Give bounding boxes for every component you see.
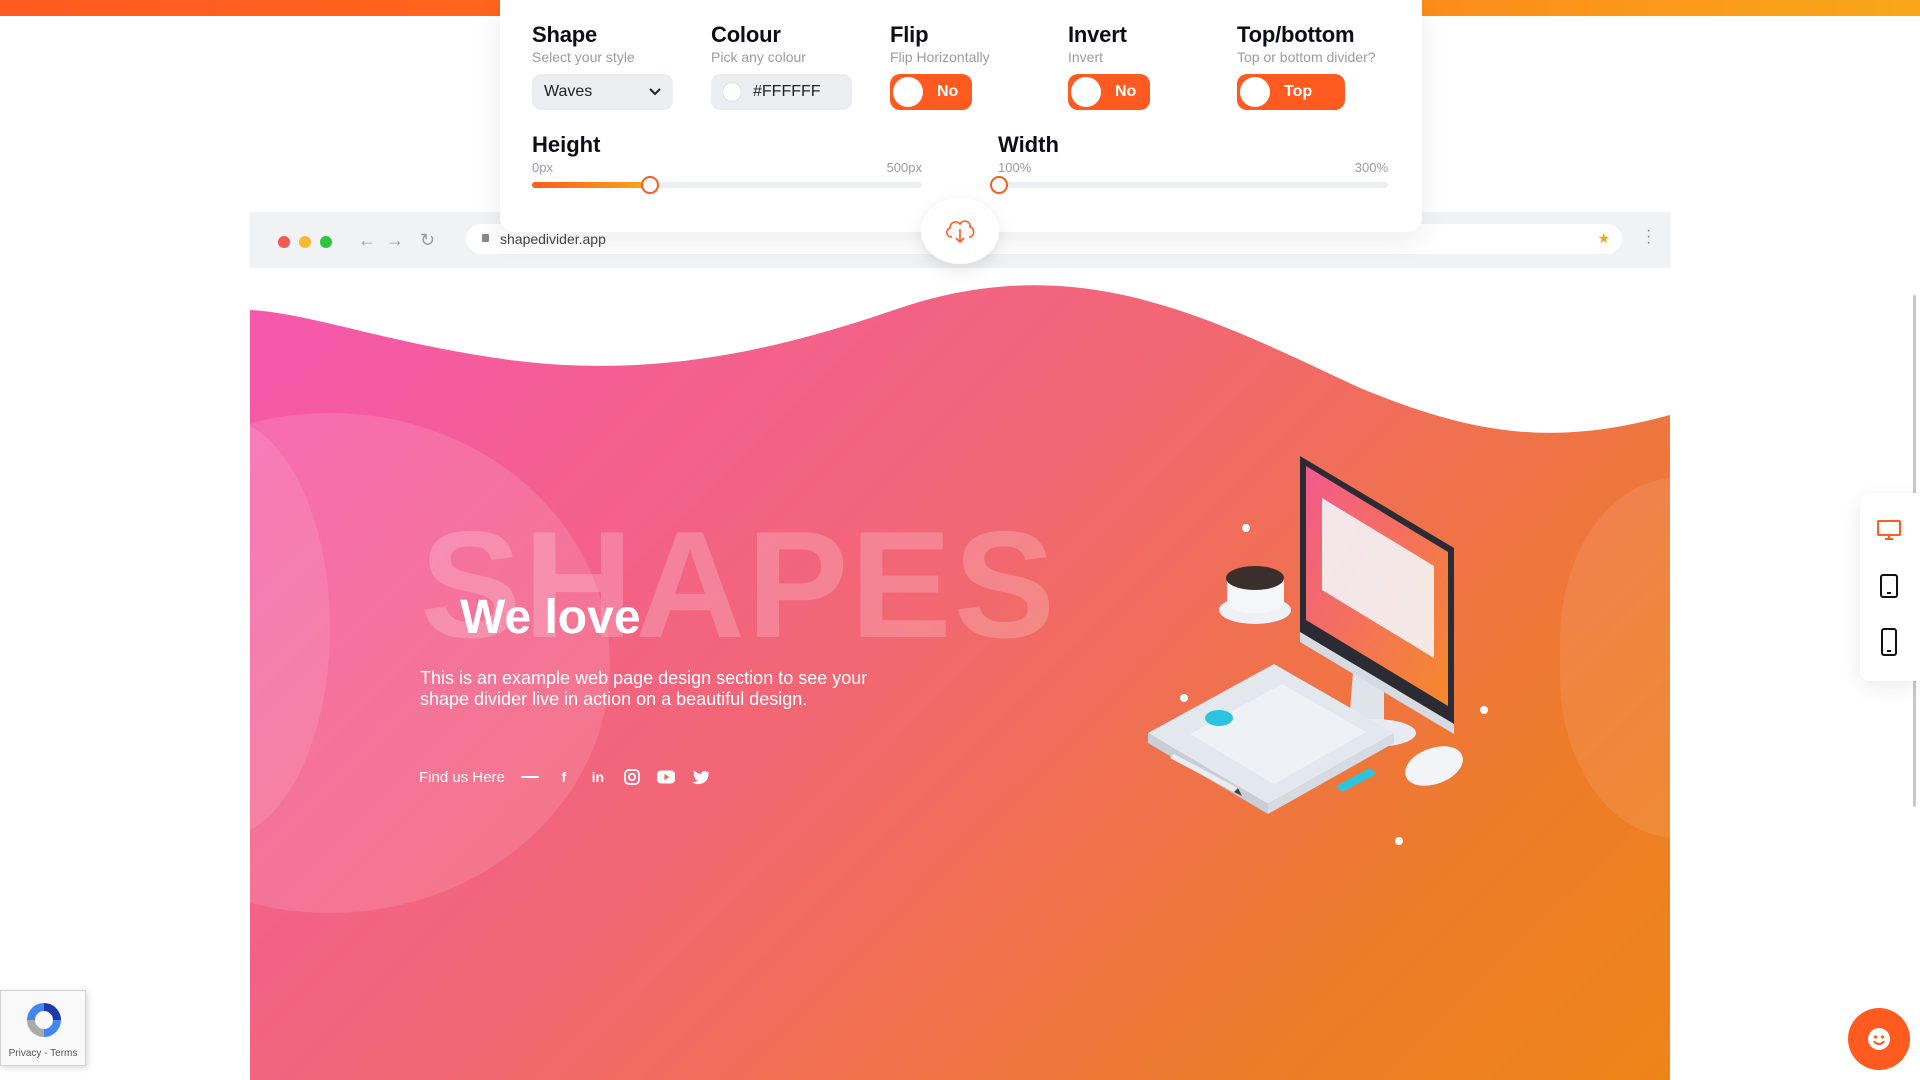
top-bottom-title: Top/bottom xyxy=(1237,22,1355,47)
invert-toggle[interactable]: No xyxy=(1068,74,1150,110)
shape-title: Shape xyxy=(532,22,598,47)
shape-select[interactable]: Waves xyxy=(532,74,673,110)
url-text: shapedivider.app xyxy=(500,231,606,247)
flip-title: Flip xyxy=(890,22,929,47)
top-bottom-subtitle: Top or bottom divider? xyxy=(1237,49,1376,65)
recaptcha-icon xyxy=(27,1003,61,1037)
hero-heading: We love xyxy=(460,591,641,644)
facebook-icon[interactable]: f xyxy=(555,768,573,786)
invert-toggle-label: No xyxy=(1115,83,1137,100)
chat-button[interactable] xyxy=(1848,1008,1910,1070)
height-title: Height xyxy=(532,132,601,157)
height-slider-fill xyxy=(532,182,649,188)
youtube-icon[interactable] xyxy=(656,768,675,786)
linkedin-icon[interactable]: in xyxy=(589,768,607,786)
recaptcha-links[interactable]: Privacy - Terms xyxy=(1,1048,85,1059)
flip-control: Flip Flip Horizontally xyxy=(890,22,990,65)
desktop-view-button[interactable] xyxy=(1876,515,1902,545)
toggle-knob xyxy=(893,77,923,107)
shape-select-value: Waves xyxy=(544,83,593,100)
reload-icon: ↻ xyxy=(420,230,436,250)
height-min-label: 0px xyxy=(532,160,553,175)
width-slider[interactable] xyxy=(990,176,1388,194)
top-bottom-toggle[interactable]: Top xyxy=(1237,74,1345,110)
width-min-label: 100% xyxy=(998,160,1032,175)
lock-icon xyxy=(482,234,489,242)
close-dot xyxy=(278,236,290,248)
width-max-label: 300% xyxy=(1354,160,1388,175)
colour-swatch xyxy=(723,83,741,101)
colour-title: Colour xyxy=(711,22,781,47)
invert-title: Invert xyxy=(1068,22,1127,47)
width-slider-thumb[interactable] xyxy=(990,176,1008,194)
height-slider[interactable] xyxy=(532,176,922,194)
height-slider-thumb[interactable] xyxy=(641,176,659,194)
height-max-label: 500px xyxy=(886,160,922,175)
divider-dash xyxy=(520,776,539,778)
menu-dots-icon: · · · xyxy=(1646,222,1652,251)
colour-subtitle: Pick any colour xyxy=(711,49,806,65)
chat-smiley-icon xyxy=(1868,1028,1890,1050)
forward-arrow-icon: → xyxy=(386,230,404,250)
instagram-icon[interactable] xyxy=(623,768,641,786)
social-links: Find us Here f in xyxy=(419,768,709,786)
download-button[interactable] xyxy=(921,198,999,264)
twitter-icon[interactable] xyxy=(691,768,709,786)
back-arrow-icon: ← xyxy=(358,230,376,250)
background-blob xyxy=(1560,478,1670,838)
colour-value: #FFFFFF xyxy=(753,83,821,100)
top-bottom-control: Top/bottom Top or bottom divider? xyxy=(1237,22,1376,65)
phone-icon xyxy=(1881,628,1897,656)
workspace-illustration xyxy=(1148,456,1488,845)
desktop-icon xyxy=(1877,520,1901,540)
width-slider-group: Width 100% 300% xyxy=(990,132,1388,194)
colour-control: Colour Pick any colour xyxy=(711,22,806,65)
star-icon: ★ xyxy=(1597,230,1610,246)
hero-watermark: SHAPES xyxy=(420,500,1058,670)
height-slider-group: Height 0px 500px xyxy=(532,132,922,194)
window-controls xyxy=(278,236,332,248)
wave-divider xyxy=(250,268,1670,433)
flip-subtitle: Flip Horizontally xyxy=(890,49,990,65)
tablet-view-button[interactable] xyxy=(1876,571,1902,601)
phone-view-button[interactable] xyxy=(1876,627,1902,657)
device-preview-bar xyxy=(1860,493,1920,681)
chevron-down-icon xyxy=(649,88,661,96)
toggle-knob xyxy=(1240,77,1270,107)
download-cloud-icon xyxy=(946,220,975,244)
shape-subtitle: Select your style xyxy=(532,49,635,65)
toggle-knob xyxy=(1071,77,1101,107)
minimize-dot xyxy=(299,236,311,248)
tablet-icon xyxy=(1880,574,1898,598)
invert-subtitle: Invert xyxy=(1068,49,1104,65)
find-us-label: Find us Here xyxy=(419,768,505,786)
shape-control: Shape Select your style xyxy=(532,22,635,65)
invert-control: Invert Invert xyxy=(1068,22,1127,65)
hero-section: SHAPES We love This is an example web pa… xyxy=(250,268,1670,1080)
recaptcha-badge[interactable]: Privacy - Terms xyxy=(0,990,86,1066)
hero-description: This is an example web page design secti… xyxy=(420,668,868,709)
colour-picker[interactable]: #FFFFFF xyxy=(711,74,852,110)
width-title: Width xyxy=(998,132,1059,157)
flip-toggle-label: No xyxy=(937,83,959,100)
maximize-dot xyxy=(320,236,332,248)
flip-toggle[interactable]: No xyxy=(890,74,972,110)
top-bottom-toggle-label: Top xyxy=(1284,83,1313,100)
